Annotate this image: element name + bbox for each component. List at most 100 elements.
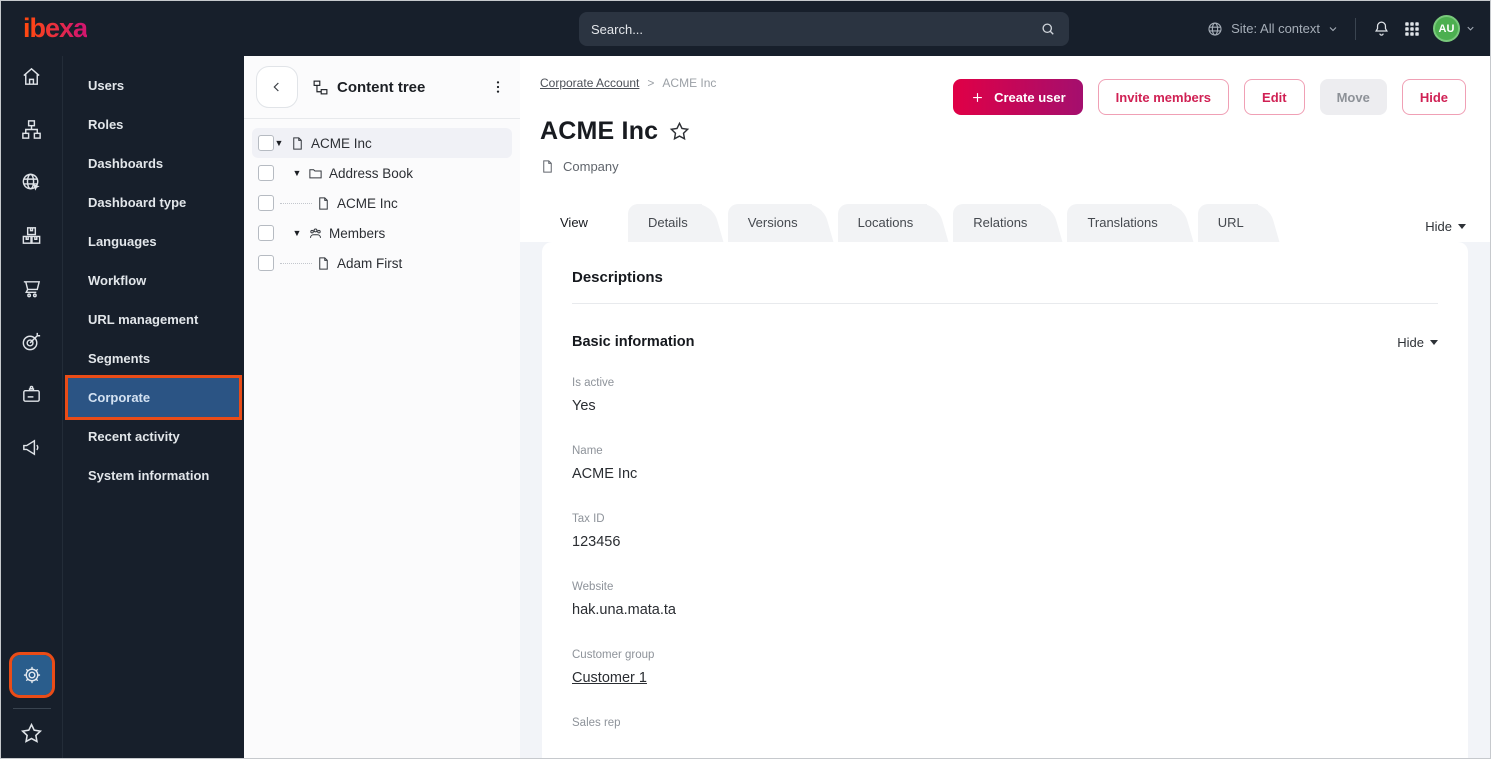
tree-item-address-book[interactable]: ▼ Address Book <box>252 158 512 188</box>
megaphone-icon <box>23 438 39 456</box>
menu-item-workflow[interactable]: Workflow <box>68 261 239 300</box>
customer-group-link[interactable]: Customer 1 <box>572 670 647 686</box>
chevron-down-icon <box>1467 26 1474 31</box>
field-website: Website hak.una.mata.ta <box>572 581 1438 618</box>
field-value: 123456 <box>572 534 621 550</box>
menu-item-url-management[interactable]: URL management <box>68 300 239 339</box>
avatar[interactable]: AU <box>1433 15 1460 42</box>
rail-item-bookmarks[interactable] <box>19 721 44 746</box>
expand-arrow-icon[interactable]: ▼ <box>292 228 302 238</box>
menu-item-dashboards[interactable]: Dashboards <box>68 144 239 183</box>
cart-icon <box>23 280 41 297</box>
menu-item-system-information[interactable]: System information <box>68 456 239 495</box>
rail-item-marketing[interactable] <box>12 329 52 353</box>
tab-locations[interactable]: Locations <box>837 204 940 242</box>
breadcrumb-separator: > <box>647 76 655 90</box>
tree-checkbox[interactable] <box>258 135 274 151</box>
tree-checkbox[interactable] <box>258 225 274 241</box>
rail-item-settings[interactable] <box>8 652 55 698</box>
field-label: Is active <box>572 377 615 389</box>
menu-item-roles[interactable]: Roles <box>68 105 239 144</box>
document-icon <box>316 196 331 211</box>
document-icon <box>543 160 552 173</box>
view-card: Descriptions Basic information Hide Is a… <box>542 242 1468 758</box>
user-menu[interactable]: AU <box>1433 15 1476 42</box>
app-grid-icon[interactable] <box>1403 20 1421 38</box>
move-button[interactable]: Move <box>1319 79 1387 115</box>
tree-connector <box>280 262 312 264</box>
field-value: Yes <box>572 398 596 414</box>
rail-item-announcements[interactable] <box>12 435 52 459</box>
field-label: Website <box>572 581 614 593</box>
rail-item-home[interactable] <box>12 64 52 88</box>
rail-item-site[interactable] <box>12 170 52 194</box>
expand-arrow-icon[interactable]: ▼ <box>274 138 284 148</box>
notifications-bell-icon[interactable] <box>1372 19 1391 38</box>
rail-bottom <box>8 652 55 748</box>
topbar-right: Site: All context AU <box>1206 1 1476 56</box>
menu-item-recent-activity[interactable]: Recent activity <box>68 417 239 456</box>
tab-view[interactable]: View <box>540 204 614 242</box>
tab-details[interactable]: Details <box>627 204 714 242</box>
search-icon[interactable] <box>1039 20 1057 38</box>
global-search[interactable] <box>579 12 1069 46</box>
sitemap-icon <box>22 119 41 139</box>
tree-item-acme-inc-child[interactable]: ACME Inc <box>252 188 512 218</box>
tree-checkbox[interactable] <box>258 165 274 181</box>
tab-relations[interactable]: Relations <box>953 204 1053 242</box>
group-hide-toggle[interactable]: Hide <box>1397 335 1438 350</box>
home-icon <box>23 67 40 85</box>
field-sales-rep: Sales rep <box>572 717 1438 729</box>
tree-checkbox[interactable] <box>258 255 274 271</box>
search-input[interactable] <box>591 21 1039 37</box>
admin-menu: Users Roles Dashboards Dashboard type La… <box>63 56 244 758</box>
tree-options-kebab-icon[interactable] <box>490 79 506 95</box>
field-customer-group: Customer group Customer 1 <box>572 649 1438 686</box>
user-group-icon <box>308 226 323 241</box>
edit-button[interactable]: Edit <box>1244 79 1305 115</box>
chevron-down-icon <box>1329 26 1337 31</box>
menu-item-segments[interactable]: Segments <box>68 339 239 378</box>
rail-item-content-structure[interactable] <box>12 117 52 141</box>
site-context-selector[interactable]: Site: All context <box>1206 20 1339 38</box>
menu-item-languages[interactable]: Languages <box>68 222 239 261</box>
tree-item-adam-first[interactable]: Adam First <box>252 248 512 278</box>
packages-icon <box>22 226 41 244</box>
create-user-button[interactable]: Create user <box>953 79 1083 115</box>
gear-icon <box>23 666 40 684</box>
menu-item-users[interactable]: Users <box>68 66 239 105</box>
rail-item-commerce[interactable] <box>12 276 52 300</box>
menu-item-dashboard-type[interactable]: Dashboard type <box>68 183 239 222</box>
invite-members-button[interactable]: Invite members <box>1097 79 1230 115</box>
tab-versions[interactable]: Versions <box>727 204 824 242</box>
field-tax-id: Tax ID 123456 <box>572 513 1438 550</box>
tab-url[interactable]: URL <box>1197 204 1270 242</box>
menu-item-corporate[interactable]: Corporate <box>65 375 242 420</box>
tabs-row: View Details Versions Locations Relation… <box>520 204 1490 242</box>
expand-arrow-icon[interactable]: ▼ <box>292 168 302 178</box>
collapse-tree-button[interactable] <box>256 66 298 108</box>
breadcrumb-current: ACME Inc <box>662 76 717 90</box>
title-row: ACME Inc <box>540 117 1466 146</box>
field-label: Name <box>572 445 603 457</box>
hide-button[interactable]: Hide <box>1401 79 1466 115</box>
tab-translations[interactable]: Translations <box>1067 204 1183 242</box>
breadcrumb-parent-link[interactable]: Corporate Account <box>540 76 639 90</box>
main-content: Corporate Account > ACME Inc Create user… <box>520 56 1490 758</box>
bookmark-star-icon[interactable] <box>668 120 691 143</box>
rail-item-personnel[interactable] <box>12 382 52 406</box>
tree-item-members[interactable]: ▼ Members <box>252 218 512 248</box>
field-label: Sales rep <box>572 717 621 729</box>
field-label: Tax ID <box>572 513 605 525</box>
folder-icon <box>308 166 323 181</box>
tree-item-acme-inc[interactable]: ▼ ACME Inc <box>252 128 512 158</box>
field-is-active: Is active Yes <box>572 377 1438 414</box>
caret-down-icon <box>1430 339 1438 345</box>
content-type-row: Company <box>540 159 1466 174</box>
group-title: Basic information <box>572 334 695 350</box>
tabs-hide-toggle[interactable]: Hide <box>1425 219 1466 242</box>
caret-down-icon <box>1458 224 1466 229</box>
rail-item-products[interactable] <box>12 223 52 247</box>
section-title: Descriptions <box>572 269 663 286</box>
tree-checkbox[interactable] <box>258 195 274 211</box>
